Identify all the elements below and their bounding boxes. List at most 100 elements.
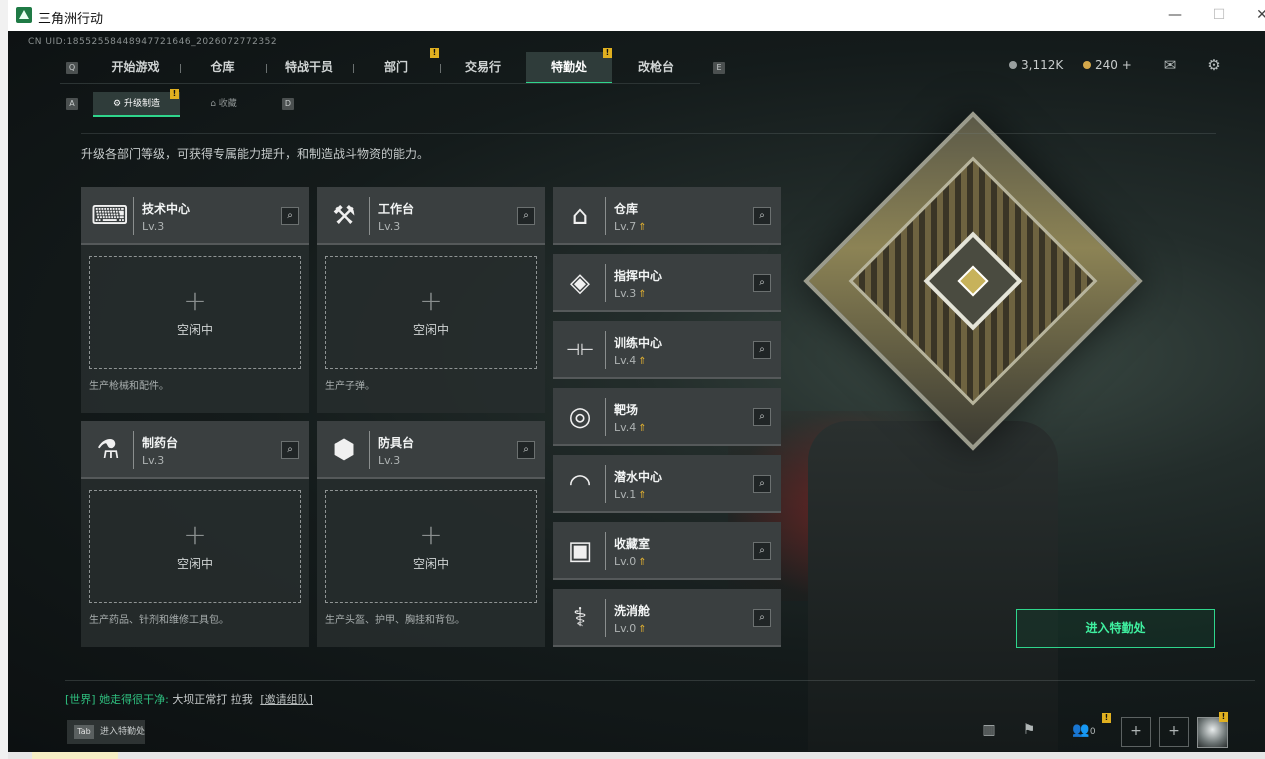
zoom-icon[interactable]: ⌕ — [753, 475, 771, 493]
app-logo-icon — [16, 7, 32, 23]
flag-icon[interactable]: ⚑ — [1016, 717, 1042, 743]
stats-icon[interactable]: ▥ — [976, 717, 1002, 743]
facility-name: 收藏室 — [614, 537, 651, 551]
tab-enter-hint[interactable]: Tab 进入特勤处 — [67, 720, 145, 744]
add-tickets-button[interactable]: + — [1122, 58, 1132, 72]
header-divider — [605, 264, 606, 302]
strip-highlight — [32, 752, 118, 759]
tab-warehouse[interactable]: 仓库 — [180, 52, 265, 84]
game-viewport: CN UID:18552558448947721646_202607277235… — [8, 31, 1265, 752]
workshop-card-armor-bench: ⬢ 防具台 Lv.3 ⌕ + 空闲中 生产头盔、护甲、胸挂和背包。 — [317, 421, 545, 647]
facility-name: 靶场 — [614, 403, 639, 417]
facility-card-warehouse[interactable]: ⌂ 仓库 Lv.7 ⇑ ⌕ — [553, 187, 781, 245]
upgrade-available-icon: ⇑ — [638, 222, 647, 233]
facility-card-training-center[interactable]: ⊣⊢ 训练中心 Lv.4 ⇑ ⌕ — [553, 321, 781, 379]
subtab-collection[interactable]: ⌂ 收藏 — [180, 92, 267, 117]
zoom-icon[interactable]: ⌕ — [753, 542, 771, 560]
nav-next-key[interactable]: E — [713, 62, 725, 74]
add-teammate-button-2[interactable]: + — [1159, 717, 1189, 747]
add-teammate-button[interactable]: + — [1121, 717, 1151, 747]
mail-icon[interactable]: ✉ — [1161, 57, 1179, 73]
card-header: ⚕ 洗消舱 Lv.0 ⇑ ⌕ — [553, 589, 781, 647]
facility-card-command-center[interactable]: ◈ 指挥中心 Lv.3 ⇑ ⌕ — [553, 254, 781, 312]
craft-slot[interactable]: + 空闲中 — [89, 256, 301, 369]
card-footer: 生产头盔、护甲、胸挂和背包。 — [325, 615, 465, 626]
tab-key: Tab — [74, 725, 94, 739]
card-header[interactable]: ⚒ 工作台 Lv.3 ⌕ — [317, 187, 545, 245]
plus-icon: + — [419, 518, 443, 551]
card-header[interactable]: ⬢ 防具台 Lv.3 ⌕ — [317, 421, 545, 479]
craft-icon: ⚙ — [113, 99, 124, 109]
zoom-icon[interactable]: ⌕ — [753, 274, 771, 292]
friends-badge: ! — [1102, 713, 1111, 723]
collection-icon: ⌂ — [210, 99, 219, 109]
facility-level: Lv.3 — [142, 220, 165, 233]
upgrade-available-icon: ⇑ — [638, 423, 647, 434]
nav-prev-key[interactable]: Q — [66, 62, 78, 74]
zoom-icon[interactable]: ⌕ — [753, 341, 771, 359]
zoom-icon[interactable]: ⌕ — [281, 207, 299, 225]
subnav-prev-key[interactable]: A — [66, 98, 78, 110]
facility-card-decon-chamber[interactable]: ⚕ 洗消舱 Lv.0 ⇑ ⌕ — [553, 589, 781, 647]
tickets-value: 240 — [1095, 58, 1118, 72]
chat-sender[interactable]: 她走得很干净: — [99, 693, 169, 706]
page-description: 升级各部门等级，可获得专属能力提升，和制造战斗物资的能力。 — [81, 147, 430, 161]
slot-status: 空闲中 — [176, 323, 213, 337]
zoom-icon[interactable]: ⌕ — [753, 408, 771, 426]
gear-icon[interactable]: ⚙ — [1205, 57, 1223, 73]
zoom-icon[interactable]: ⌕ — [753, 609, 771, 627]
facility-level: Lv.3 — [378, 220, 401, 233]
currency-tickets[interactable]: 240 + — [1083, 58, 1132, 72]
departments-badge: ! — [430, 48, 439, 58]
upgrade-available-icon: ⇑ — [638, 356, 647, 367]
card-header: ◎ 靶场 Lv.4 ⇑ ⌕ — [553, 388, 781, 446]
facility-card-collection-room[interactable]: ▣ 收藏室 Lv.0 ⇑ ⌕ — [553, 522, 781, 580]
tab-start-game[interactable]: 开始游戏 — [93, 52, 178, 84]
window-title: 三角洲行动 — [38, 12, 104, 27]
plus-icon: + — [183, 284, 207, 317]
maximize-button[interactable]: ☐ — [1209, 5, 1229, 25]
level-text: Lv.0 — [614, 555, 637, 568]
tab-hint-label: 进入特勤处 — [100, 727, 146, 737]
slot-status: 空闲中 — [176, 557, 213, 571]
craft-slot[interactable]: + 空闲中 — [325, 490, 537, 603]
upgrade-craft-badge: ! — [170, 89, 179, 99]
friends-button[interactable]: 👥0 — [1067, 717, 1101, 743]
facility-card-shooting-range[interactable]: ◎ 靶场 Lv.4 ⇑ ⌕ — [553, 388, 781, 446]
facility-card-diving-center[interactable]: ◠ 潜水中心 Lv.1 ⇑ ⌕ — [553, 455, 781, 513]
zoom-icon[interactable]: ⌕ — [517, 207, 535, 225]
card-header: ⌂ 仓库 Lv.7 ⇑ ⌕ — [553, 187, 781, 245]
craft-slot[interactable]: + 空闲中 — [325, 256, 537, 369]
coins-value: 3,112K — [1021, 58, 1064, 72]
card-header: ◠ 潜水中心 Lv.1 ⇑ ⌕ — [553, 455, 781, 513]
tab-departments[interactable]: 部门 — [353, 52, 439, 84]
plus-icon: + — [183, 518, 207, 551]
minimize-button[interactable]: — — [1165, 5, 1185, 25]
zoom-icon[interactable]: ⌕ — [753, 207, 771, 225]
training-center-icon: ⊣⊢ — [566, 340, 594, 359]
close-button[interactable]: ✕ — [1252, 5, 1265, 25]
tab-trading[interactable]: 交易行 — [440, 52, 526, 84]
cube-core — [923, 231, 1023, 331]
card-header[interactable]: ⚗ 制药台 Lv.3 ⌕ — [81, 421, 309, 479]
facility-name: 工作台 — [378, 202, 415, 216]
subtab-upgrade-craft[interactable]: ⚙ 升级制造 — [93, 92, 180, 117]
level-text: Lv.0 — [614, 622, 637, 635]
zoom-icon[interactable]: ⌕ — [517, 441, 535, 459]
upgrade-available-icon: ⇑ — [638, 490, 647, 501]
zoom-icon[interactable]: ⌕ — [281, 441, 299, 459]
currency-coins: 3,112K — [1009, 58, 1063, 72]
tech-center-icon: ⌨ — [91, 201, 129, 231]
tab-special-ops[interactable]: 特勤处 — [526, 52, 612, 84]
card-header[interactable]: ⌨ 技术中心 Lv.3 ⌕ — [81, 187, 309, 245]
enter-special-ops-button[interactable]: 进入特勤处 — [1016, 609, 1215, 648]
level-text: Lv.1 — [614, 488, 637, 501]
craft-slot[interactable]: + 空闲中 — [89, 490, 301, 603]
subnav-next-key[interactable]: D — [282, 98, 294, 110]
bottom-strip — [8, 752, 1265, 759]
tab-gunsmith[interactable]: 改枪台 — [613, 52, 699, 84]
facility-name: 洗消舱 — [614, 604, 651, 618]
tab-operators[interactable]: 特战干员 — [266, 52, 352, 84]
card-footer: 生产药品、针剂和维修工具包。 — [89, 615, 229, 626]
invite-team-link[interactable]: [邀请组队] — [260, 693, 313, 706]
